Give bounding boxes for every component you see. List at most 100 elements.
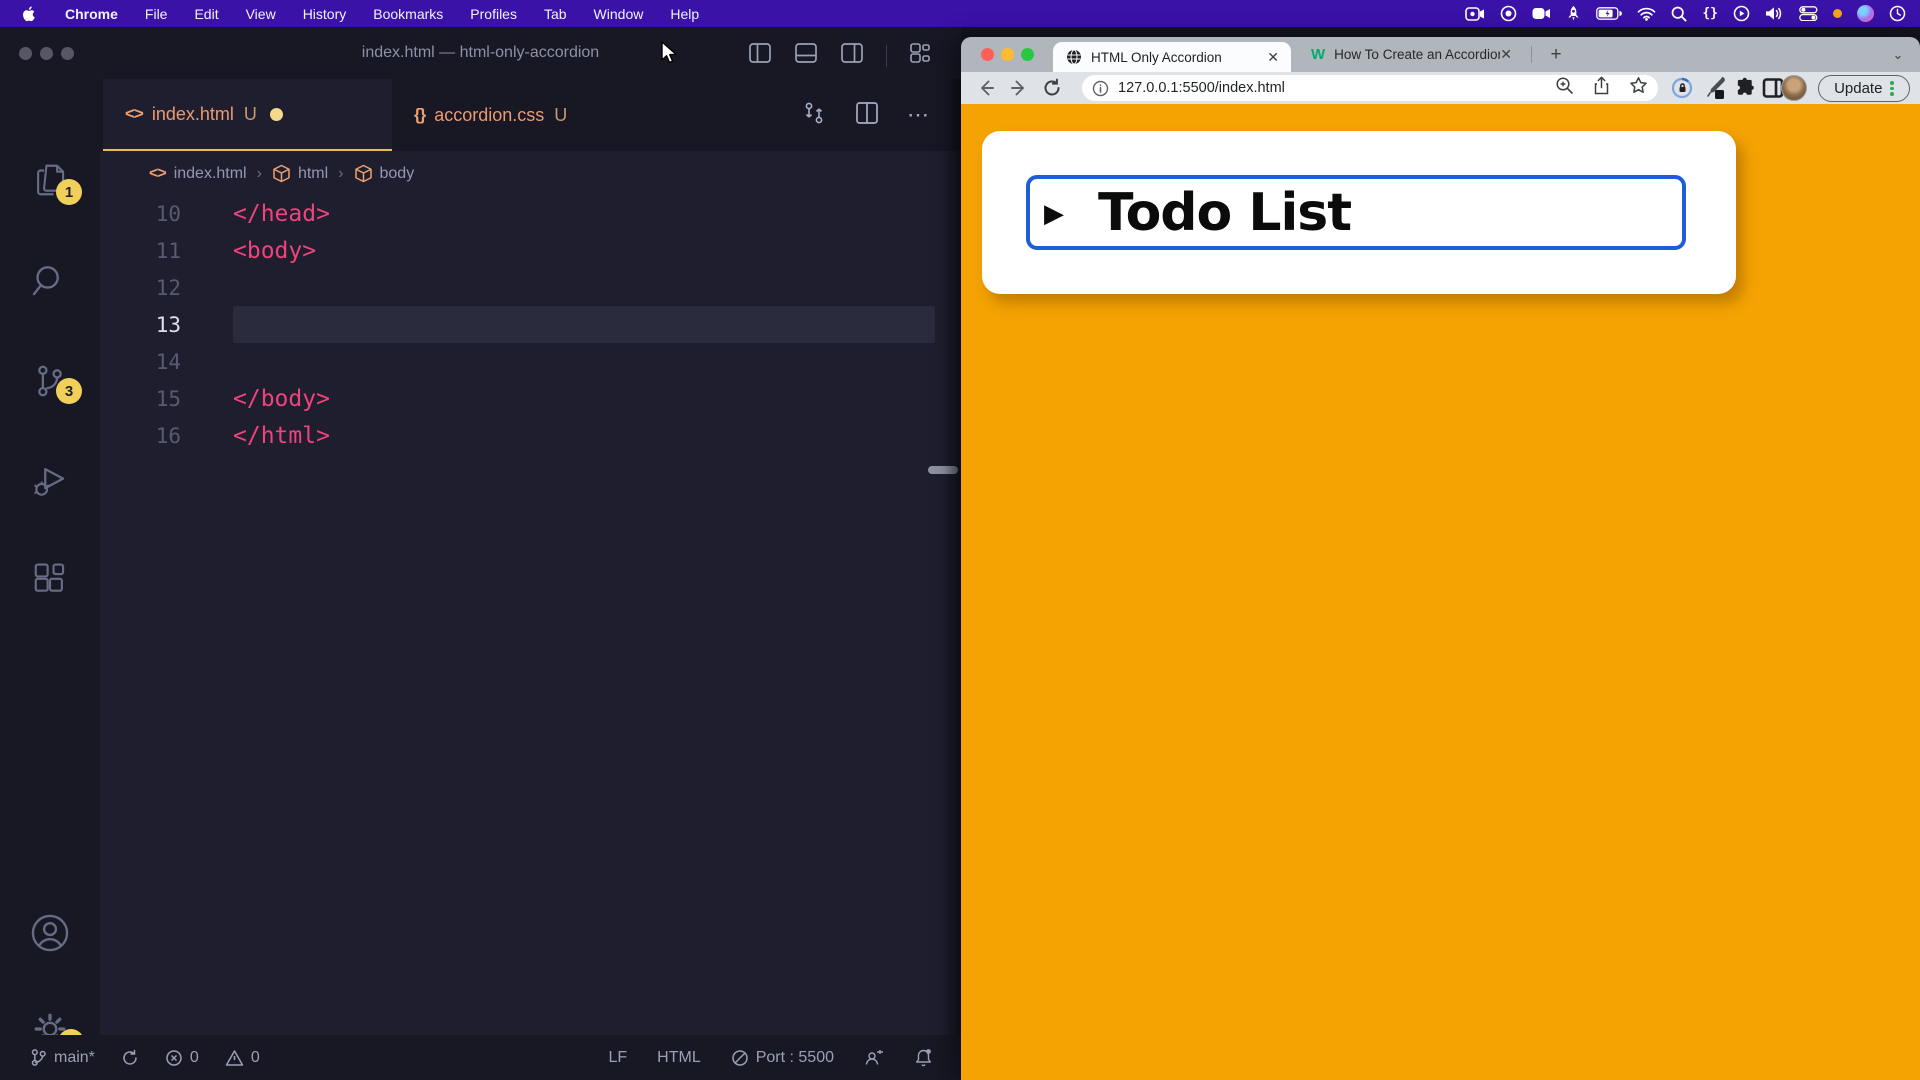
screentime-lock-icon[interactable] [1670, 76, 1694, 100]
siri-icon[interactable] [1857, 5, 1874, 22]
chrome-toolbar: 127.0.0.1:5500/index.html U [961, 72, 1920, 104]
play-circle-icon[interactable] [1733, 5, 1750, 22]
tab-label: accordion.css [434, 105, 544, 126]
compare-changes-icon[interactable] [801, 100, 827, 131]
apple-icon[interactable] [22, 5, 37, 23]
volume-icon[interactable] [1765, 6, 1784, 21]
chrome-tab-strip: HTML Only Accordion ✕ W How To Create an… [961, 37, 1920, 72]
rocket-icon[interactable] [1566, 5, 1581, 22]
code-line: 16</html> [100, 417, 961, 454]
git-branch-indicator[interactable]: main* [30, 1048, 95, 1067]
sidebar-item-extensions[interactable] [0, 561, 100, 599]
sidebar-item-search[interactable] [0, 262, 100, 300]
bookmark-star-icon[interactable] [1629, 76, 1648, 100]
feedback-icon[interactable] [864, 1049, 884, 1067]
spotlight-search-icon[interactable] [1671, 6, 1687, 22]
clock-icon[interactable] [1889, 5, 1906, 22]
sidebar-item-source-control[interactable]: 3 [0, 362, 100, 400]
menu-item-help[interactable]: Help [670, 6, 699, 22]
battery-icon[interactable] [1596, 7, 1622, 20]
accordion-marker-icon[interactable]: ▶ [1044, 200, 1064, 226]
css-file-icon: {} [414, 105, 425, 125]
menu-item-tab[interactable]: Tab [544, 6, 567, 22]
breadcrumb-body[interactable]: body [380, 165, 415, 183]
unsaved-dot-icon[interactable] [270, 108, 283, 121]
tab-search-chevron-icon[interactable]: ⌄ [1883, 37, 1913, 72]
forward-button[interactable] [1008, 77, 1030, 99]
more-actions-icon[interactable]: ⋯ [907, 102, 929, 128]
new-tab-button[interactable]: + [1542, 37, 1570, 72]
sidebar-item-explorer[interactable]: 1 [0, 161, 100, 199]
warnings-indicator[interactable]: 0 [225, 1049, 260, 1067]
symbol-cube-icon [272, 164, 291, 183]
menu-item-history[interactable]: History [303, 6, 347, 22]
toggle-secondary-sidebar-icon[interactable] [840, 41, 864, 70]
tab-index-html[interactable]: <> index.html U [103, 79, 392, 151]
wifi-icon[interactable] [1637, 7, 1656, 21]
close-tab-icon[interactable]: ✕ [1500, 46, 1512, 63]
html-file-icon: <> [125, 104, 143, 124]
errors-indicator[interactable]: 0 [165, 1049, 199, 1067]
code-editor[interactable]: 10</head> 11<body> 12 13 14 15</body> 16… [100, 195, 961, 454]
explorer-badge: 1 [56, 179, 82, 205]
menu-item-view[interactable]: View [246, 6, 276, 22]
eol-indicator[interactable]: LF [608, 1049, 627, 1067]
activity-bar: 1 3 1 [0, 79, 100, 1035]
customize-layout-icon[interactable] [909, 41, 933, 70]
address-bar[interactable]: 127.0.0.1:5500/index.html [1082, 75, 1658, 101]
extensions-puzzle-icon[interactable] [1734, 77, 1757, 100]
sync-changes-button[interactable] [121, 1049, 139, 1067]
tab-label: index.html [152, 104, 234, 125]
zoom-icon[interactable] [1555, 76, 1574, 100]
notifications-bell-icon[interactable] [914, 1048, 933, 1067]
vscode-title-bar[interactable]: index.html — html-only-accordion [0, 27, 961, 79]
menu-item-bookmarks[interactable]: Bookmarks [373, 6, 443, 22]
menu-item-window[interactable]: Window [594, 6, 644, 22]
tab-accordion-css[interactable]: {} accordion.css U [392, 79, 686, 151]
control-center-icon[interactable] [1799, 6, 1818, 21]
chrome-tab-active[interactable]: HTML Only Accordion ✕ [1053, 42, 1291, 72]
chrome-zoom-button[interactable] [1021, 48, 1034, 61]
w3schools-favicon: W [1311, 46, 1325, 63]
breadcrumb-html[interactable]: html [298, 165, 328, 183]
back-button[interactable] [975, 77, 997, 99]
chrome-tab-inactive[interactable]: W How To Create an Accordion ✕ [1298, 37, 1524, 72]
video-camera-icon[interactable] [1532, 7, 1551, 20]
breadcrumb-separator: › [338, 165, 343, 183]
sidebar-item-run-debug[interactable] [0, 462, 100, 500]
eyedropper-extension-icon[interactable] [1703, 75, 1727, 101]
reload-button[interactable] [1041, 77, 1063, 99]
language-mode-indicator[interactable]: HTML [657, 1049, 701, 1067]
accordion-summary[interactable]: ▶ Todo List [1026, 175, 1686, 250]
url-text[interactable]: 127.0.0.1:5500/index.html [1118, 80, 1285, 96]
breadcrumb[interactable]: <> index.html › html › body [100, 151, 961, 196]
browser-viewport: ▶ Todo List [961, 104, 1920, 1080]
code-line: 12 [100, 269, 961, 306]
account-icon[interactable] [0, 912, 100, 954]
menu-item-chrome[interactable]: Chrome [65, 6, 118, 22]
code-line-current: 13 [100, 306, 961, 343]
update-chrome-button[interactable]: Update [1818, 75, 1910, 102]
profile-avatar[interactable] [1781, 75, 1807, 101]
breadcrumb-file[interactable]: index.html [174, 165, 247, 183]
menu-item-file[interactable]: File [145, 6, 168, 22]
screen-record-camera-icon[interactable] [1465, 7, 1485, 21]
menu-item-profiles[interactable]: Profiles [470, 6, 517, 22]
share-icon[interactable] [1593, 76, 1610, 100]
symbol-cube-icon [354, 164, 373, 183]
code-line: 10</head> [100, 195, 961, 232]
split-editor-icon[interactable] [855, 101, 879, 130]
menu-item-edit[interactable]: Edit [194, 6, 218, 22]
braces-status-icon[interactable]: {} [1702, 6, 1718, 21]
chrome-minimize-button[interactable] [1001, 48, 1014, 61]
close-tab-icon[interactable]: ✕ [1267, 49, 1279, 66]
chrome-close-button[interactable] [981, 48, 994, 61]
site-info-icon[interactable] [1092, 80, 1109, 97]
git-status-untracked: U [244, 104, 257, 125]
chrome-menu-dots-icon[interactable] [1890, 81, 1894, 96]
toggle-sidebar-icon[interactable] [748, 41, 772, 70]
record-icon[interactable] [1500, 5, 1517, 22]
live-server-port-indicator[interactable]: Port : 5500 [731, 1049, 834, 1067]
toggle-panel-icon[interactable] [794, 41, 818, 70]
html-file-icon: <> [149, 165, 166, 183]
